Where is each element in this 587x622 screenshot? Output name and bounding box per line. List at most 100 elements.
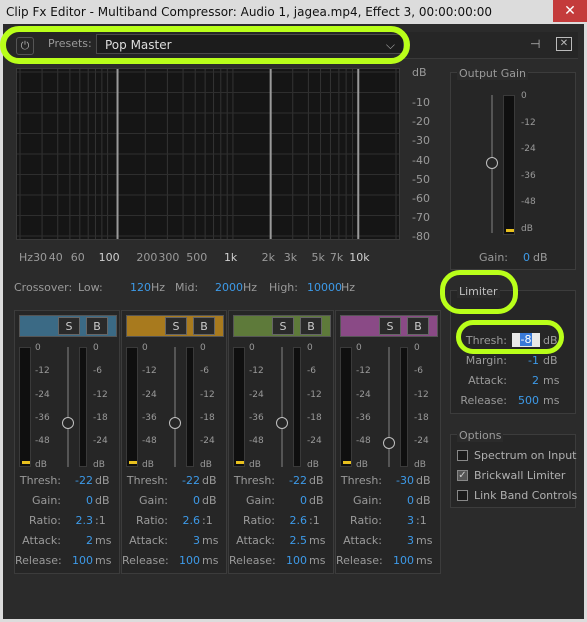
- crossover-mid-value[interactable]: 2000: [215, 281, 243, 294]
- band-release-unit: ms: [202, 554, 219, 567]
- band-attack-value[interactable]: 2.5: [275, 534, 308, 547]
- output-gain-knob[interactable]: [486, 157, 498, 169]
- band-gain-label: Gain:: [353, 494, 382, 507]
- solo-button[interactable]: S: [165, 317, 187, 335]
- meter-scale-label: -24: [142, 389, 157, 400]
- solo-button[interactable]: S: [379, 317, 401, 335]
- gain-reduction-meter: [400, 347, 408, 467]
- crossover-low-value[interactable]: 120: [130, 281, 151, 294]
- band-gain-value[interactable]: 0: [275, 494, 307, 507]
- band-ratio-value[interactable]: 2.3: [61, 514, 94, 527]
- band-attack-unit: ms: [95, 534, 112, 547]
- band-attack-label: Attack:: [343, 534, 382, 547]
- bypass-button[interactable]: B: [86, 317, 108, 335]
- band-ratio-value[interactable]: 3: [382, 514, 414, 527]
- meter-scale-label: -48: [356, 436, 371, 447]
- routing-icon[interactable]: ⊣: [530, 37, 544, 51]
- band-ratio-unit: :1: [202, 514, 213, 527]
- gr-scale-label: dB: [307, 459, 319, 470]
- band-thresh-value[interactable]: -22: [275, 474, 307, 487]
- limiter-release-value[interactable]: 500: [507, 394, 539, 407]
- band-release-unit: ms: [416, 554, 433, 567]
- band-release-value[interactable]: 100: [382, 554, 414, 567]
- output-gain-label: Gain:: [479, 251, 508, 264]
- band-thresh-unit: dB: [95, 474, 110, 487]
- band-ratio-unit: :1: [416, 514, 427, 527]
- meter-scale-label: -12: [249, 366, 264, 377]
- meter-scale-label: dB: [142, 459, 154, 470]
- limiter-attack-label: Attack:: [468, 374, 507, 387]
- band-attack-label: Attack:: [22, 534, 61, 547]
- band-thresh-value[interactable]: -22: [61, 474, 93, 487]
- band-gain-unit: dB: [309, 494, 324, 507]
- band-gain-value[interactable]: 0: [168, 494, 200, 507]
- meter-scale-label: -36: [356, 412, 371, 423]
- gain-reduction-meter: [186, 347, 194, 467]
- close-icon[interactable]: ✕: [553, 0, 587, 22]
- output-scale-label: -36: [521, 170, 536, 181]
- limiter-attack-value[interactable]: 2: [507, 374, 539, 387]
- band-gain-value[interactable]: 0: [61, 494, 93, 507]
- solo-button[interactable]: S: [272, 317, 294, 335]
- hz-tick-label: 2k: [261, 251, 276, 264]
- checkbox-checked-icon[interactable]: ✓: [457, 470, 468, 481]
- bypass-button[interactable]: B: [300, 317, 322, 335]
- bypass-button[interactable]: B: [407, 317, 429, 335]
- band-ratio-value[interactable]: 2.6: [168, 514, 201, 527]
- band-thresh-unit: dB: [309, 474, 324, 487]
- crossover-mid-label: Mid:: [175, 281, 199, 294]
- crossover-high-value[interactable]: 10000: [307, 281, 342, 294]
- clear-icon[interactable]: ✕: [556, 37, 572, 51]
- option-row[interactable]: Spectrum on Input: [457, 449, 576, 463]
- threshold-knob[interactable]: [169, 416, 181, 429]
- option-row[interactable]: Link Band Controls: [457, 489, 578, 503]
- output-gain-value[interactable]: 0: [523, 251, 530, 264]
- threshold-track: [174, 347, 176, 467]
- bypass-button[interactable]: B: [193, 317, 215, 335]
- band-panel-3: S B 0 -12 -24 -36 -48 dB 0 -6 -12 -18 -24 dB Thres…: [228, 310, 334, 574]
- band-release-value[interactable]: 100: [275, 554, 307, 567]
- band-header: S B: [340, 315, 438, 337]
- band-thresh-value[interactable]: -30: [382, 474, 414, 487]
- checkbox-icon[interactable]: [457, 450, 468, 461]
- option-row[interactable]: ✓ Brickwall Limiter: [457, 469, 575, 483]
- band-ratio-value[interactable]: 2.6: [275, 514, 308, 527]
- meter-scale-label: dB: [356, 459, 368, 470]
- db-tick-label: -60: [412, 192, 430, 205]
- threshold-knob[interactable]: [62, 416, 74, 429]
- limiter-margin-value[interactable]: -1: [507, 354, 539, 367]
- input-level-bar: [22, 461, 30, 464]
- option-label: Link Band Controls: [474, 489, 578, 502]
- band-release-label: Release:: [336, 554, 383, 567]
- output-scale-label: dB: [521, 223, 533, 234]
- band-header: S B: [19, 315, 117, 337]
- output-gain-title: Output Gain: [457, 67, 528, 80]
- threshold-knob[interactable]: [276, 416, 288, 429]
- meter-scale-label: dB: [35, 459, 47, 470]
- output-scale-label: -48: [521, 197, 536, 207]
- band-attack-value[interactable]: 3: [382, 534, 414, 547]
- gr-scale-label: -12: [200, 389, 215, 400]
- solo-button[interactable]: S: [58, 317, 80, 335]
- hz-tick-label: 5k: [311, 251, 325, 264]
- band-gain-unit: dB: [202, 494, 217, 507]
- checkbox-icon[interactable]: [457, 490, 468, 501]
- annotation-highlight-presets: [0, 26, 410, 64]
- meter-scale-label: -12: [35, 366, 50, 377]
- band-release-value[interactable]: 100: [168, 554, 200, 567]
- band-gain-value[interactable]: 0: [382, 494, 414, 507]
- band-thresh-unit: dB: [416, 474, 431, 487]
- band-release-label: Release:: [15, 554, 62, 567]
- gain-reduction-meter: [79, 347, 87, 467]
- db-tick-label: -30: [412, 134, 430, 148]
- meter-scale-label: 0: [35, 343, 41, 353]
- band-attack-value[interactable]: 3: [168, 534, 200, 547]
- gr-scale-label: -24: [414, 436, 429, 447]
- gr-scale-label: -18: [200, 412, 215, 423]
- band-thresh-value[interactable]: -22: [168, 474, 200, 487]
- input-level-bar: [236, 461, 244, 464]
- band-release-value[interactable]: 100: [61, 554, 93, 567]
- hz-tick-label: 7k: [329, 251, 344, 264]
- threshold-knob[interactable]: [383, 437, 395, 449]
- band-attack-value[interactable]: 2: [61, 534, 93, 547]
